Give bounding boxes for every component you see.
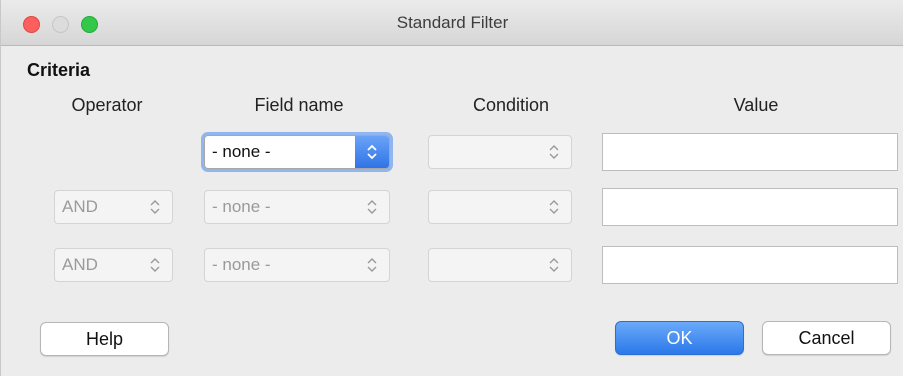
up-down-chevron-icon	[537, 249, 571, 281]
up-down-chevron-icon	[138, 249, 172, 281]
operator-select-2[interactable]: AND	[54, 190, 173, 224]
operator-select-2-value: AND	[62, 197, 98, 216]
field-name-select-3[interactable]: - none -	[204, 248, 390, 282]
condition-header: Condition	[472, 95, 550, 115]
value-field-1[interactable]	[602, 133, 898, 171]
value-field-2[interactable]	[602, 188, 898, 226]
criteria-label: Criteria	[27, 60, 91, 80]
field-name-select-1-value: - none -	[212, 142, 271, 161]
up-down-chevron-icon	[355, 249, 389, 281]
field-name-select-3-value: - none -	[212, 255, 271, 274]
condition-select-2[interactable]	[428, 190, 572, 224]
up-down-chevron-icon	[537, 191, 571, 223]
window-title: Standard Filter	[396, 13, 509, 32]
cancel-button[interactable]: Cancel	[762, 321, 891, 355]
title-bar: Standard Filter	[1, 0, 903, 46]
ok-button[interactable]: OK	[615, 321, 744, 355]
condition-select-1[interactable]	[428, 135, 572, 169]
operator-select-3-value: AND	[62, 255, 98, 274]
field-name-header: Field name	[254, 95, 344, 115]
condition-select-3[interactable]	[428, 248, 572, 282]
field-name-select-2[interactable]: - none -	[204, 190, 390, 224]
operator-select-3[interactable]: AND	[54, 248, 173, 282]
field-name-select-2-value: - none -	[212, 197, 271, 216]
up-down-chevron-icon	[355, 136, 389, 168]
up-down-chevron-icon	[537, 136, 571, 168]
value-header: Value	[733, 95, 779, 115]
standard-filter-dialog: Standard Filter Criteria Operator Field …	[0, 0, 903, 376]
field-name-select-1[interactable]: - none -	[204, 135, 390, 169]
up-down-chevron-icon	[355, 191, 389, 223]
value-field-3[interactable]	[602, 246, 898, 284]
help-button[interactable]: Help	[40, 322, 169, 356]
up-down-chevron-icon	[138, 191, 172, 223]
operator-header: Operator	[71, 95, 143, 115]
